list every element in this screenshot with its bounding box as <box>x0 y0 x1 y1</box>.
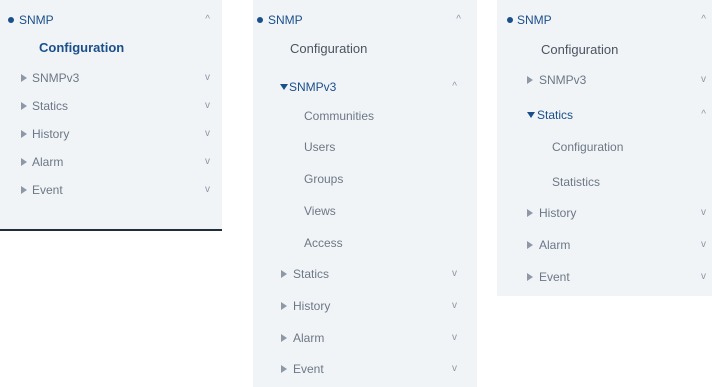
menu-subitem-label: Communities <box>304 109 375 123</box>
bullet-icon <box>8 17 14 23</box>
menu-group-alarm[interactable]: Alarm v <box>253 324 477 352</box>
chevron-down-icon[interactable]: v <box>452 324 457 352</box>
menu-group-label: History <box>32 127 70 141</box>
menu-group-label: Alarm <box>293 331 325 345</box>
menu-group-label: SNMPv3 <box>289 80 337 94</box>
menu-item-label: Configuration <box>541 42 619 57</box>
caret-right-icon <box>281 302 287 310</box>
menu-subitem-communities[interactable]: Communities <box>253 102 477 130</box>
menu-subitem-label: Statistics <box>552 175 601 189</box>
menu-group-history[interactable]: History v <box>497 199 712 227</box>
chevron-down-icon[interactable]: v <box>452 355 457 383</box>
menu-item-configuration[interactable]: Configuration <box>0 34 222 62</box>
chevron-up-icon[interactable]: ^ <box>452 73 457 101</box>
caret-right-icon <box>281 270 287 278</box>
menu-group-statics[interactable]: Statics v <box>253 260 477 288</box>
menu-group-label: SNMPv3 <box>32 71 80 85</box>
menu-subitem-views[interactable]: Views <box>253 197 477 225</box>
chevron-up-icon[interactable]: ^ <box>701 101 706 129</box>
menu-subitem-access[interactable]: Access <box>253 229 477 257</box>
caret-down-icon <box>280 84 288 90</box>
menu-group-label: Alarm <box>32 155 64 169</box>
menu-group-label: History <box>293 299 331 313</box>
menu-group-snmpv3[interactable]: SNMPv3 v <box>497 66 712 94</box>
menu-root-label: SNMP <box>268 13 303 27</box>
menu-root-snmp[interactable]: SNMP ^ <box>497 6 712 34</box>
chevron-down-icon[interactable]: v <box>701 263 706 291</box>
menu-group-label: History <box>539 206 577 220</box>
menu-group-label: Alarm <box>539 238 571 252</box>
caret-right-icon <box>527 209 533 217</box>
caret-right-icon <box>21 102 27 110</box>
menu-group-label: Statics <box>537 108 574 122</box>
menu-root-snmp[interactable]: SNMP ^ <box>0 6 222 34</box>
menu-item-configuration[interactable]: Configuration <box>497 36 712 64</box>
chevron-down-icon[interactable]: v <box>205 64 210 92</box>
chevron-down-icon[interactable]: v <box>205 92 210 120</box>
menu-group-label: Statics <box>32 99 69 113</box>
menu-group-event[interactable]: Event v <box>0 176 222 204</box>
menu-group-history[interactable]: History v <box>0 120 222 148</box>
caret-right-icon <box>527 241 533 249</box>
menu-root-label: SNMP <box>517 13 552 27</box>
caret-down-icon <box>527 112 535 118</box>
menu-item-configuration[interactable]: Configuration <box>253 35 477 63</box>
menu-subitem-groups[interactable]: Groups <box>253 165 477 193</box>
menu-group-history[interactable]: History v <box>253 292 477 320</box>
menu-root-label: SNMP <box>19 13 54 27</box>
chevron-down-icon[interactable]: v <box>452 260 457 288</box>
caret-right-icon <box>281 334 287 342</box>
caret-right-icon <box>527 76 533 84</box>
chevron-down-icon[interactable]: v <box>452 292 457 320</box>
menu-subitem-statistics[interactable]: Statistics <box>497 168 712 196</box>
menu-subitem-label: Views <box>304 204 336 218</box>
caret-right-icon <box>21 74 27 82</box>
chevron-down-icon[interactable]: v <box>205 148 210 176</box>
menu-group-event[interactable]: Event v <box>497 263 712 291</box>
menu-subitem-label: Configuration <box>552 140 624 154</box>
menu-subitem-label: Groups <box>304 172 344 186</box>
menu-group-statics[interactable]: Statics v <box>0 92 222 120</box>
menu-subitem-configuration[interactable]: Configuration <box>497 133 712 161</box>
snmp-menu-panel-collapsed: SNMP ^ Configuration SNMPv3 v Statics v … <box>0 0 222 231</box>
menu-subitem-label: Access <box>304 236 343 250</box>
chevron-up-icon[interactable]: ^ <box>701 6 706 34</box>
caret-right-icon <box>21 158 27 166</box>
chevron-down-icon[interactable]: v <box>205 176 210 204</box>
menu-subitem-label: Users <box>304 140 336 154</box>
menu-group-statics[interactable]: Statics ^ <box>497 101 712 129</box>
chevron-up-icon[interactable]: ^ <box>456 6 461 34</box>
menu-group-label: Statics <box>293 267 330 281</box>
menu-group-label: SNMPv3 <box>539 73 587 87</box>
chevron-down-icon[interactable]: v <box>701 231 706 259</box>
menu-subitem-users[interactable]: Users <box>253 133 477 161</box>
menu-group-event[interactable]: Event v <box>253 355 477 383</box>
caret-right-icon <box>527 273 533 281</box>
menu-group-snmpv3[interactable]: SNMPv3 ^ <box>253 73 477 101</box>
snmp-menu-panel-statics-expanded: SNMP ^ Configuration SNMPv3 v Statics ^ … <box>497 0 712 296</box>
menu-item-label: Configuration <box>39 40 125 55</box>
bullet-icon <box>257 17 263 23</box>
caret-right-icon <box>21 130 27 138</box>
menu-group-label: Event <box>539 270 570 284</box>
menu-group-snmpv3[interactable]: SNMPv3 v <box>0 64 222 92</box>
chevron-down-icon[interactable]: v <box>205 120 210 148</box>
caret-right-icon <box>281 365 287 373</box>
menu-group-alarm[interactable]: Alarm v <box>497 231 712 259</box>
bullet-icon <box>507 17 513 23</box>
menu-root-snmp[interactable]: SNMP ^ <box>253 6 477 34</box>
menu-group-label: Event <box>293 362 324 376</box>
chevron-down-icon[interactable]: v <box>701 66 706 94</box>
caret-right-icon <box>21 186 27 194</box>
chevron-up-icon[interactable]: ^ <box>205 6 210 34</box>
menu-group-label: Event <box>32 183 63 197</box>
menu-group-alarm[interactable]: Alarm v <box>0 148 222 176</box>
menu-item-label: Configuration <box>290 41 368 56</box>
chevron-down-icon[interactable]: v <box>701 199 706 227</box>
snmp-menu-panel-snmpv3-expanded: SNMP ^ Configuration SNMPv3 ^ Communitie… <box>253 0 477 387</box>
